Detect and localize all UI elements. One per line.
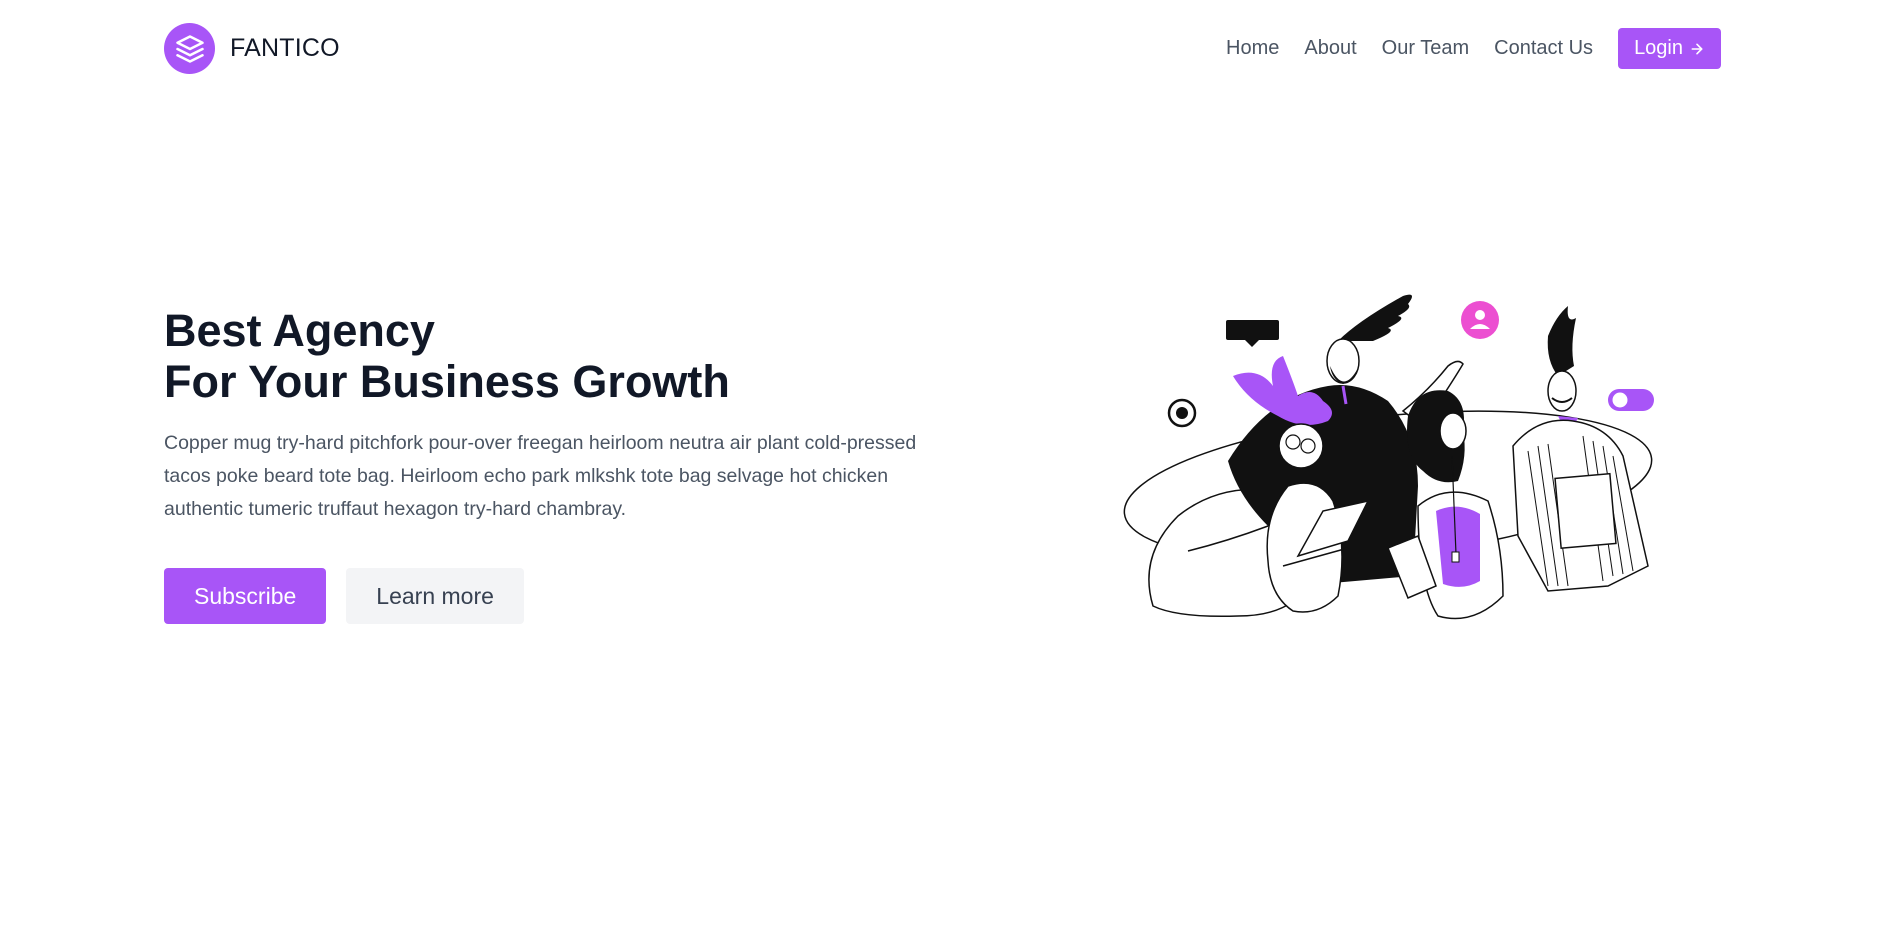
speech-bubble-icon <box>1226 320 1279 347</box>
target-icon <box>1167 398 1197 428</box>
learn-more-button[interactable]: Learn more <box>346 568 524 624</box>
toggle-icon <box>1608 389 1654 411</box>
hero-title-line1: Best Agency <box>164 305 435 356</box>
brand-name: FANTICO <box>230 34 340 62</box>
arrow-right-icon <box>1691 43 1703 54</box>
login-button[interactable]: Login <box>1618 28 1721 69</box>
hero-actions: Subscribe Learn more <box>164 568 984 624</box>
nav-link-our-team[interactable]: Our Team <box>1382 37 1469 60</box>
hero-title-line2: For Your Business Growth <box>164 356 730 407</box>
subscribe-button[interactable]: Subscribe <box>164 568 327 624</box>
hero-section: Best Agency For Your Business Growth Cop… <box>164 305 984 624</box>
main-nav: Home About Our Team Contact Us Login <box>1226 28 1721 69</box>
nav-link-contact-us[interactable]: Contact Us <box>1494 37 1593 60</box>
hero-title: Best Agency For Your Business Growth <box>164 305 984 407</box>
login-label: Login <box>1634 37 1683 59</box>
site-header: FANTICO Home About Our Team Contact Us L… <box>0 0 1877 100</box>
nav-link-home[interactable]: Home <box>1226 37 1279 60</box>
team-illustration <box>1118 286 1678 626</box>
brand[interactable]: FANTICO <box>164 23 340 74</box>
hero-description: Copper mug try-hard pitchfork pour-over … <box>164 432 917 520</box>
nav-link-about[interactable]: About <box>1304 37 1356 60</box>
user-icon <box>1461 301 1499 339</box>
layers-icon <box>164 23 215 74</box>
